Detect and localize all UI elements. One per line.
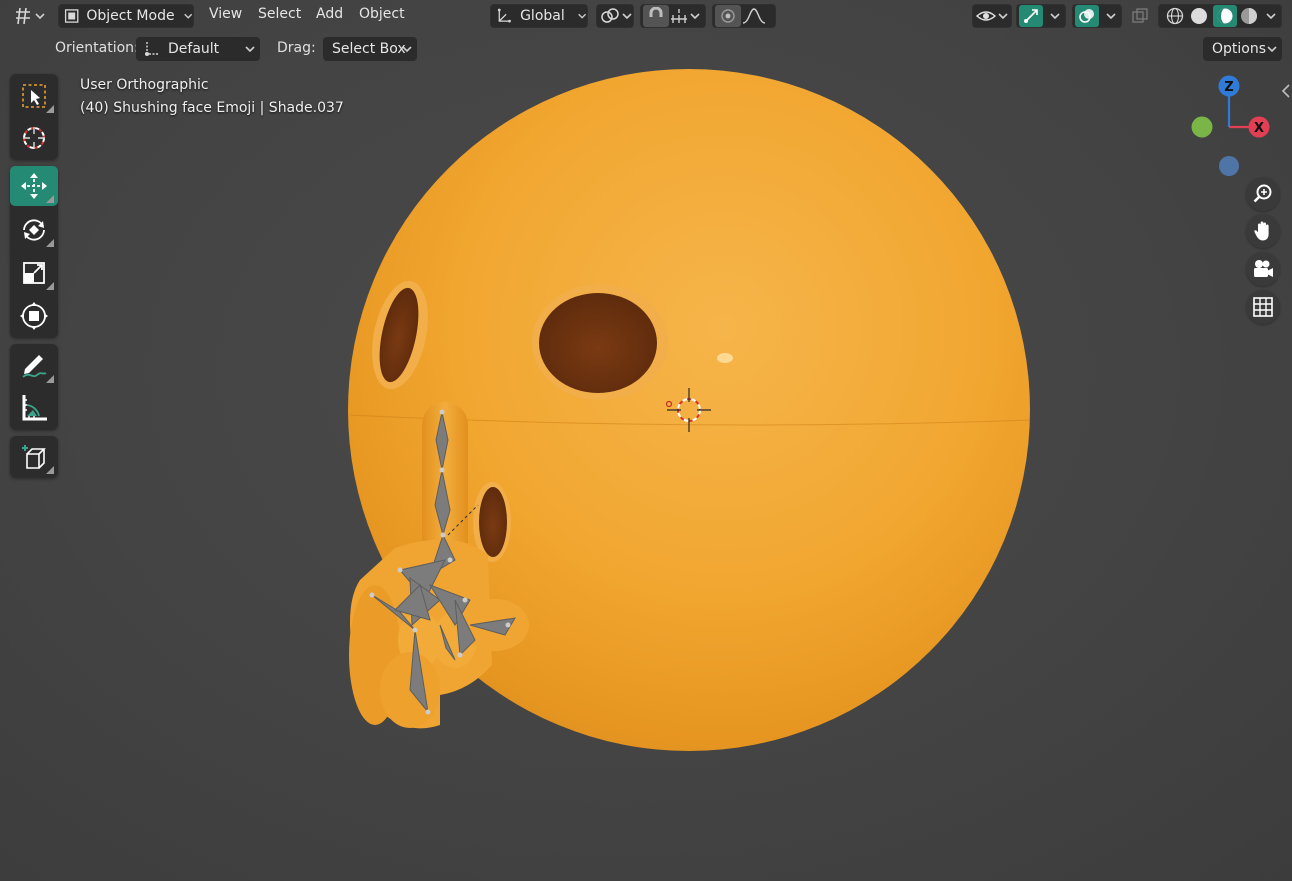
select-box-icon [22,84,46,108]
gizmo-y-axis[interactable] [1191,116,1213,138]
camera-view-button[interactable] [1246,252,1280,286]
camera-icon [1254,260,1273,277]
tool-measure[interactable] [10,388,58,428]
annotate-pencil-icon [22,355,47,378]
toolbar-group-select [10,74,58,160]
toolbar-group-annotate [10,344,58,430]
object-info: (40) Shushing face Emoji | Shade.037 [80,100,344,116]
tool-cursor[interactable] [10,118,58,158]
gizmo-x-label: X [1254,121,1264,136]
toolbar-group-add [10,436,58,478]
gizmo-neg-z-axis[interactable] [1219,156,1239,176]
grid-icon [1253,297,1273,317]
viewport-scene[interactable] [0,0,1292,881]
pan-button[interactable] [1246,214,1280,248]
zoom-magnifier-icon [1253,184,1272,203]
tool-scale[interactable] [10,253,58,293]
scale-icon [23,262,45,284]
tool-select-box[interactable] [10,76,58,116]
navigation-gizmo[interactable]: Z X [1180,70,1280,185]
tool-rotate[interactable] [10,210,58,250]
view-name: User Orthographic [80,77,209,93]
add-cube-icon [22,445,46,469]
tool-transform[interactable] [10,296,58,336]
cursor-icon [23,127,45,149]
toolbar-group-transform [10,166,58,338]
move-arrows-icon [21,173,47,199]
tool-add-cube[interactable] [10,437,58,477]
emoji-eye-right [532,284,668,400]
tool-move[interactable] [10,166,58,206]
sidebar-toggle-icon[interactable] [1280,82,1292,100]
tool-annotate[interactable] [10,346,58,386]
gizmo-z-label: Z [1224,80,1233,95]
ortho-toggle-button[interactable] [1246,290,1280,324]
zoom-button[interactable] [1246,177,1280,211]
hand-pan-icon [1254,221,1269,241]
measure-ruler-icon [22,395,47,421]
transform-icon [20,302,48,330]
rotate-icon [23,219,45,241]
